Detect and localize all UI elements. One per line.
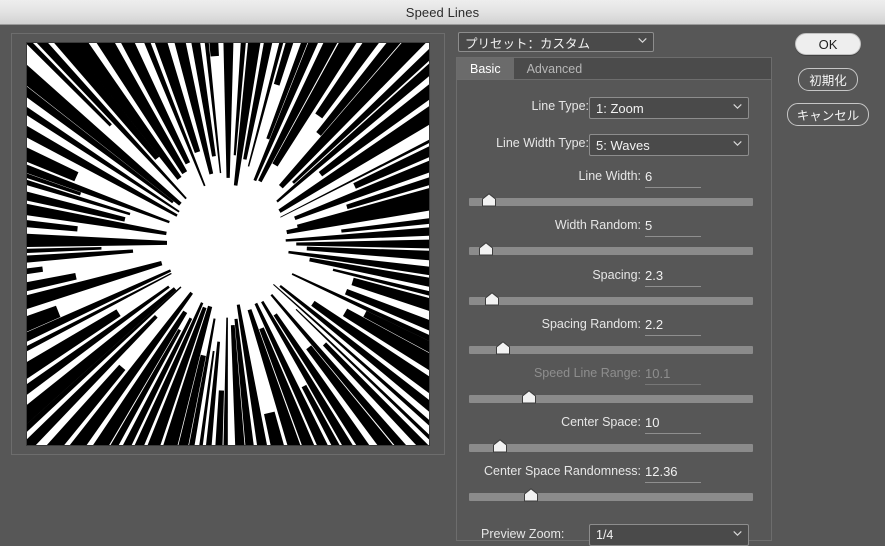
slider-thumb-1[interactable] [479,242,494,256]
options-panel: Basic Advanced Line Type: 1: Zoom Line W… [456,57,772,546]
ok-button-label: OK [818,36,838,52]
speed-lines-raster [27,43,429,445]
preview-zoom-label: Preview Zoom: [481,527,565,541]
slider-thumb-5[interactable] [493,439,508,453]
slider-thumb-4[interactable] [521,390,536,404]
slider-thumb-2[interactable] [484,292,499,306]
slider-track-1[interactable] [469,242,753,256]
slider-track-0[interactable] [469,193,753,207]
line-width-type-label: Line Width Type: [496,136,589,150]
tab-bar: Basic Advanced [457,58,771,80]
slider-label-4: Speed Line Range: [533,366,641,380]
preview-zoom-value: 1/4 [596,528,614,542]
slider-track-3[interactable] [469,341,753,355]
slider-label-0: Line Width: [578,169,641,183]
chevron-down-icon [733,103,742,112]
chevron-down-icon [733,140,742,149]
preview-frame [11,33,445,455]
slider-track-4[interactable] [469,390,753,404]
speed-lines-preview[interactable] [26,42,430,446]
cancel-button[interactable]: キャンセル [787,103,869,126]
window-titlebar: Speed Lines [0,0,885,25]
slider-label-2: Spacing: [592,268,641,282]
preset-dropdown-value: プリセット：カスタム [465,36,591,51]
line-width-type-dropdown[interactable]: 5: Waves [589,134,749,156]
slider-label-5: Center Space: [561,415,641,429]
tab-advanced-label: Advanced [526,61,583,76]
slider-thumb-6[interactable] [524,488,539,502]
line-type-value: 1: Zoom [596,100,644,116]
tab-basic[interactable]: Basic [457,58,514,79]
reset-button[interactable]: 初期化 [798,68,858,91]
slider-thumb-0[interactable] [481,193,496,207]
slider-thumb-3[interactable] [496,341,511,355]
slider-value-0[interactable]: 6 [645,169,701,188]
line-type-label: Line Type: [531,99,589,113]
slider-value-2[interactable]: 2.3 [645,268,701,287]
line-type-row: Line Type: 1: Zoom [457,97,771,119]
cancel-button-label: キャンセル [796,109,860,123]
preset-dropdown-row: プリセット：カスタム [458,32,654,52]
tab-advanced[interactable]: Advanced [514,58,596,79]
panel-body: Line Type: 1: Zoom Line Width Type: 5: W… [457,80,771,546]
preset-dropdown[interactable]: プリセット：カスタム [458,32,654,52]
slider-value-3[interactable]: 2.2 [645,317,701,336]
chevron-down-icon [733,530,742,539]
reset-button-label: 初期化 [809,74,847,88]
slider-value-5[interactable]: 10 [645,415,701,434]
slider-value-6[interactable]: 12.36 [645,464,701,483]
ok-button[interactable]: OK [795,33,861,55]
preview-zoom-dropdown[interactable]: 1/4 [589,524,749,546]
preview-zoom-row: Preview Zoom: 1/4 [457,524,771,546]
line-width-type-row: Line Width Type: 5: Waves [457,134,771,156]
slider-track-5[interactable] [469,439,753,453]
slider-label-3: Spacing Random: [541,317,641,331]
slider-label-1: Width Random: [554,218,641,232]
line-width-type-value: 5: Waves [596,137,650,153]
slider-value-4[interactable]: 10.1 [645,366,701,385]
line-type-dropdown[interactable]: 1: Zoom [589,97,749,119]
tab-basic-label: Basic [470,61,501,76]
slider-track-2[interactable] [469,292,753,306]
slider-track-6[interactable] [469,488,753,502]
chevron-down-icon [638,37,647,46]
window-title: Speed Lines [405,4,480,20]
slider-label-6: Center Space Randomness: [483,464,641,478]
slider-value-1[interactable]: 5 [645,218,701,237]
